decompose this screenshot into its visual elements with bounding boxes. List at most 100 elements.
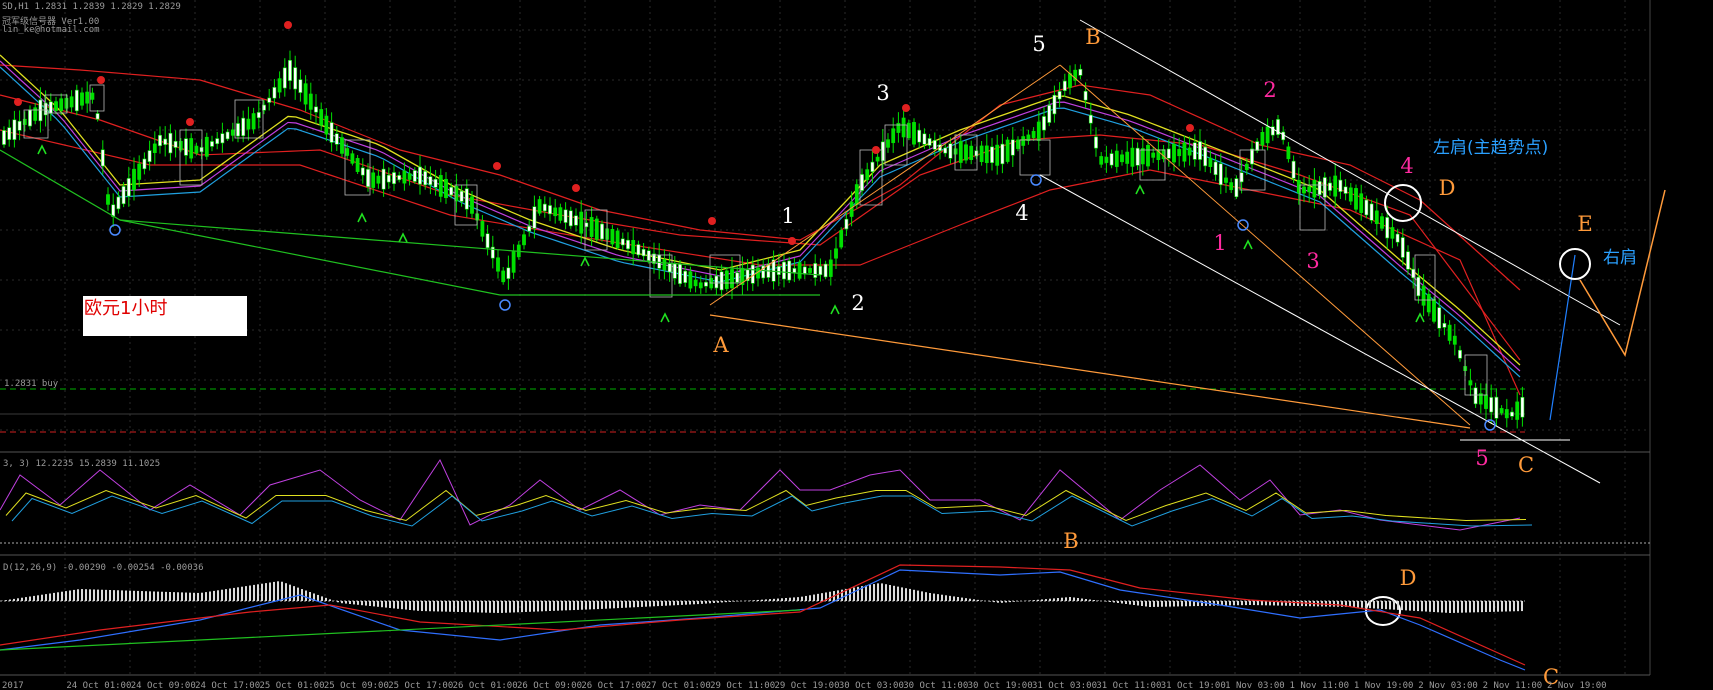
candle-body xyxy=(724,270,729,289)
candle-body xyxy=(782,261,786,280)
candle-body xyxy=(636,244,641,256)
candle-body xyxy=(350,153,355,164)
candle-body xyxy=(137,163,142,180)
candle-body xyxy=(797,262,802,279)
candle-body xyxy=(1083,90,1088,101)
candle-body xyxy=(792,268,797,273)
candle-body xyxy=(932,140,937,150)
right-shoulder-line xyxy=(1579,189,1666,357)
candle-body xyxy=(1187,147,1192,156)
candle-body xyxy=(906,122,911,139)
time-label: 1 Nov 03:00 xyxy=(1225,681,1285,690)
time-label: 2 Nov 19:00 xyxy=(1547,681,1607,690)
candle-body xyxy=(927,138,932,146)
candle-body xyxy=(106,194,110,205)
candle-body xyxy=(990,146,994,163)
candle-body xyxy=(407,173,412,180)
chart-title-box: 欧元1小时 xyxy=(83,296,247,336)
candle-body xyxy=(672,262,677,279)
candle-body xyxy=(844,218,849,230)
candle-body xyxy=(600,223,604,240)
candle-body xyxy=(1109,153,1114,166)
time-label: 24 Oct 17:00 xyxy=(195,681,260,690)
candle-body xyxy=(849,201,854,217)
candle-body xyxy=(397,175,402,181)
time-label: 26 Oct 17:00 xyxy=(581,681,646,690)
candle-body xyxy=(95,113,100,120)
candle-body xyxy=(667,263,672,273)
osc-purple xyxy=(0,458,1521,531)
buy-level-label: 1.2831 buy xyxy=(4,379,59,389)
candle-body xyxy=(1452,335,1457,345)
candle-body xyxy=(563,209,568,223)
osc-cyan xyxy=(11,495,1533,527)
candle-body xyxy=(1166,148,1171,159)
candle-body xyxy=(1494,396,1499,419)
candle-body xyxy=(64,98,69,109)
right-shoulder-label: 右肩 xyxy=(1603,248,1637,268)
candle-body xyxy=(433,178,438,188)
candle-body xyxy=(1250,148,1254,165)
time-label: 31 Oct 19:00 xyxy=(1161,681,1226,690)
time-label: 31 Oct 03:00 xyxy=(1032,681,1097,690)
candle-body xyxy=(194,145,199,154)
candle-body xyxy=(293,67,298,90)
sell-marker xyxy=(97,76,105,84)
candle-body xyxy=(1239,172,1244,183)
candle-body xyxy=(1447,324,1452,341)
candle-body xyxy=(1364,199,1369,216)
candle-body xyxy=(423,170,428,186)
candle-body xyxy=(1499,408,1504,414)
sub2-header: D(12,26,9) -0.00290 -0.00254 -0.00036 xyxy=(3,563,203,573)
candle-body xyxy=(511,251,516,273)
candle-body xyxy=(610,229,615,245)
candle-body xyxy=(132,168,136,191)
candle-body xyxy=(1255,141,1260,151)
time-label: 27 Oct 01:00 xyxy=(646,681,711,690)
buy-arrow-marker xyxy=(660,312,670,323)
sell-marker xyxy=(872,146,880,154)
candle-body xyxy=(1291,160,1296,179)
candle-body xyxy=(1442,323,1447,328)
candle-body xyxy=(1265,126,1270,144)
candle-body xyxy=(1369,203,1374,221)
candle-body xyxy=(1380,216,1384,229)
candle-body xyxy=(340,137,344,154)
candle-body xyxy=(698,282,703,289)
candle-body xyxy=(1151,152,1156,158)
candle-body xyxy=(1374,210,1379,225)
candle-body xyxy=(995,144,1000,166)
candle-body xyxy=(59,98,64,112)
candle-body xyxy=(1146,145,1150,167)
candle-body xyxy=(152,143,157,154)
candle-body xyxy=(288,60,292,81)
time-label: 1 Nov 11:00 xyxy=(1290,681,1350,690)
candle-body xyxy=(839,230,844,248)
sell-marker xyxy=(186,118,194,126)
candle-body xyxy=(225,131,230,140)
candle-body xyxy=(527,225,532,232)
candle-body xyxy=(631,240,636,255)
candle-body xyxy=(1338,179,1343,192)
candle-body xyxy=(1130,147,1135,167)
candle-body xyxy=(974,150,979,157)
candle-body xyxy=(922,133,927,145)
candle-body xyxy=(886,139,890,148)
candle-body xyxy=(1140,148,1145,165)
candle-body xyxy=(376,175,381,184)
candle-body xyxy=(1042,116,1046,131)
candle-body xyxy=(329,122,334,143)
right-shoulder-circle xyxy=(1559,248,1591,280)
candle-body xyxy=(1390,227,1395,239)
candle-body xyxy=(1005,139,1010,162)
candle-body xyxy=(303,83,308,105)
macd-d-label: D xyxy=(1400,566,1417,590)
candle-body xyxy=(28,109,32,127)
candle-body xyxy=(334,133,339,145)
candle-body xyxy=(589,217,594,237)
candle-body xyxy=(1125,151,1130,164)
candle-body xyxy=(808,268,812,273)
candle-body xyxy=(1036,121,1041,141)
sell-marker xyxy=(14,98,22,106)
candle-body xyxy=(948,143,953,159)
